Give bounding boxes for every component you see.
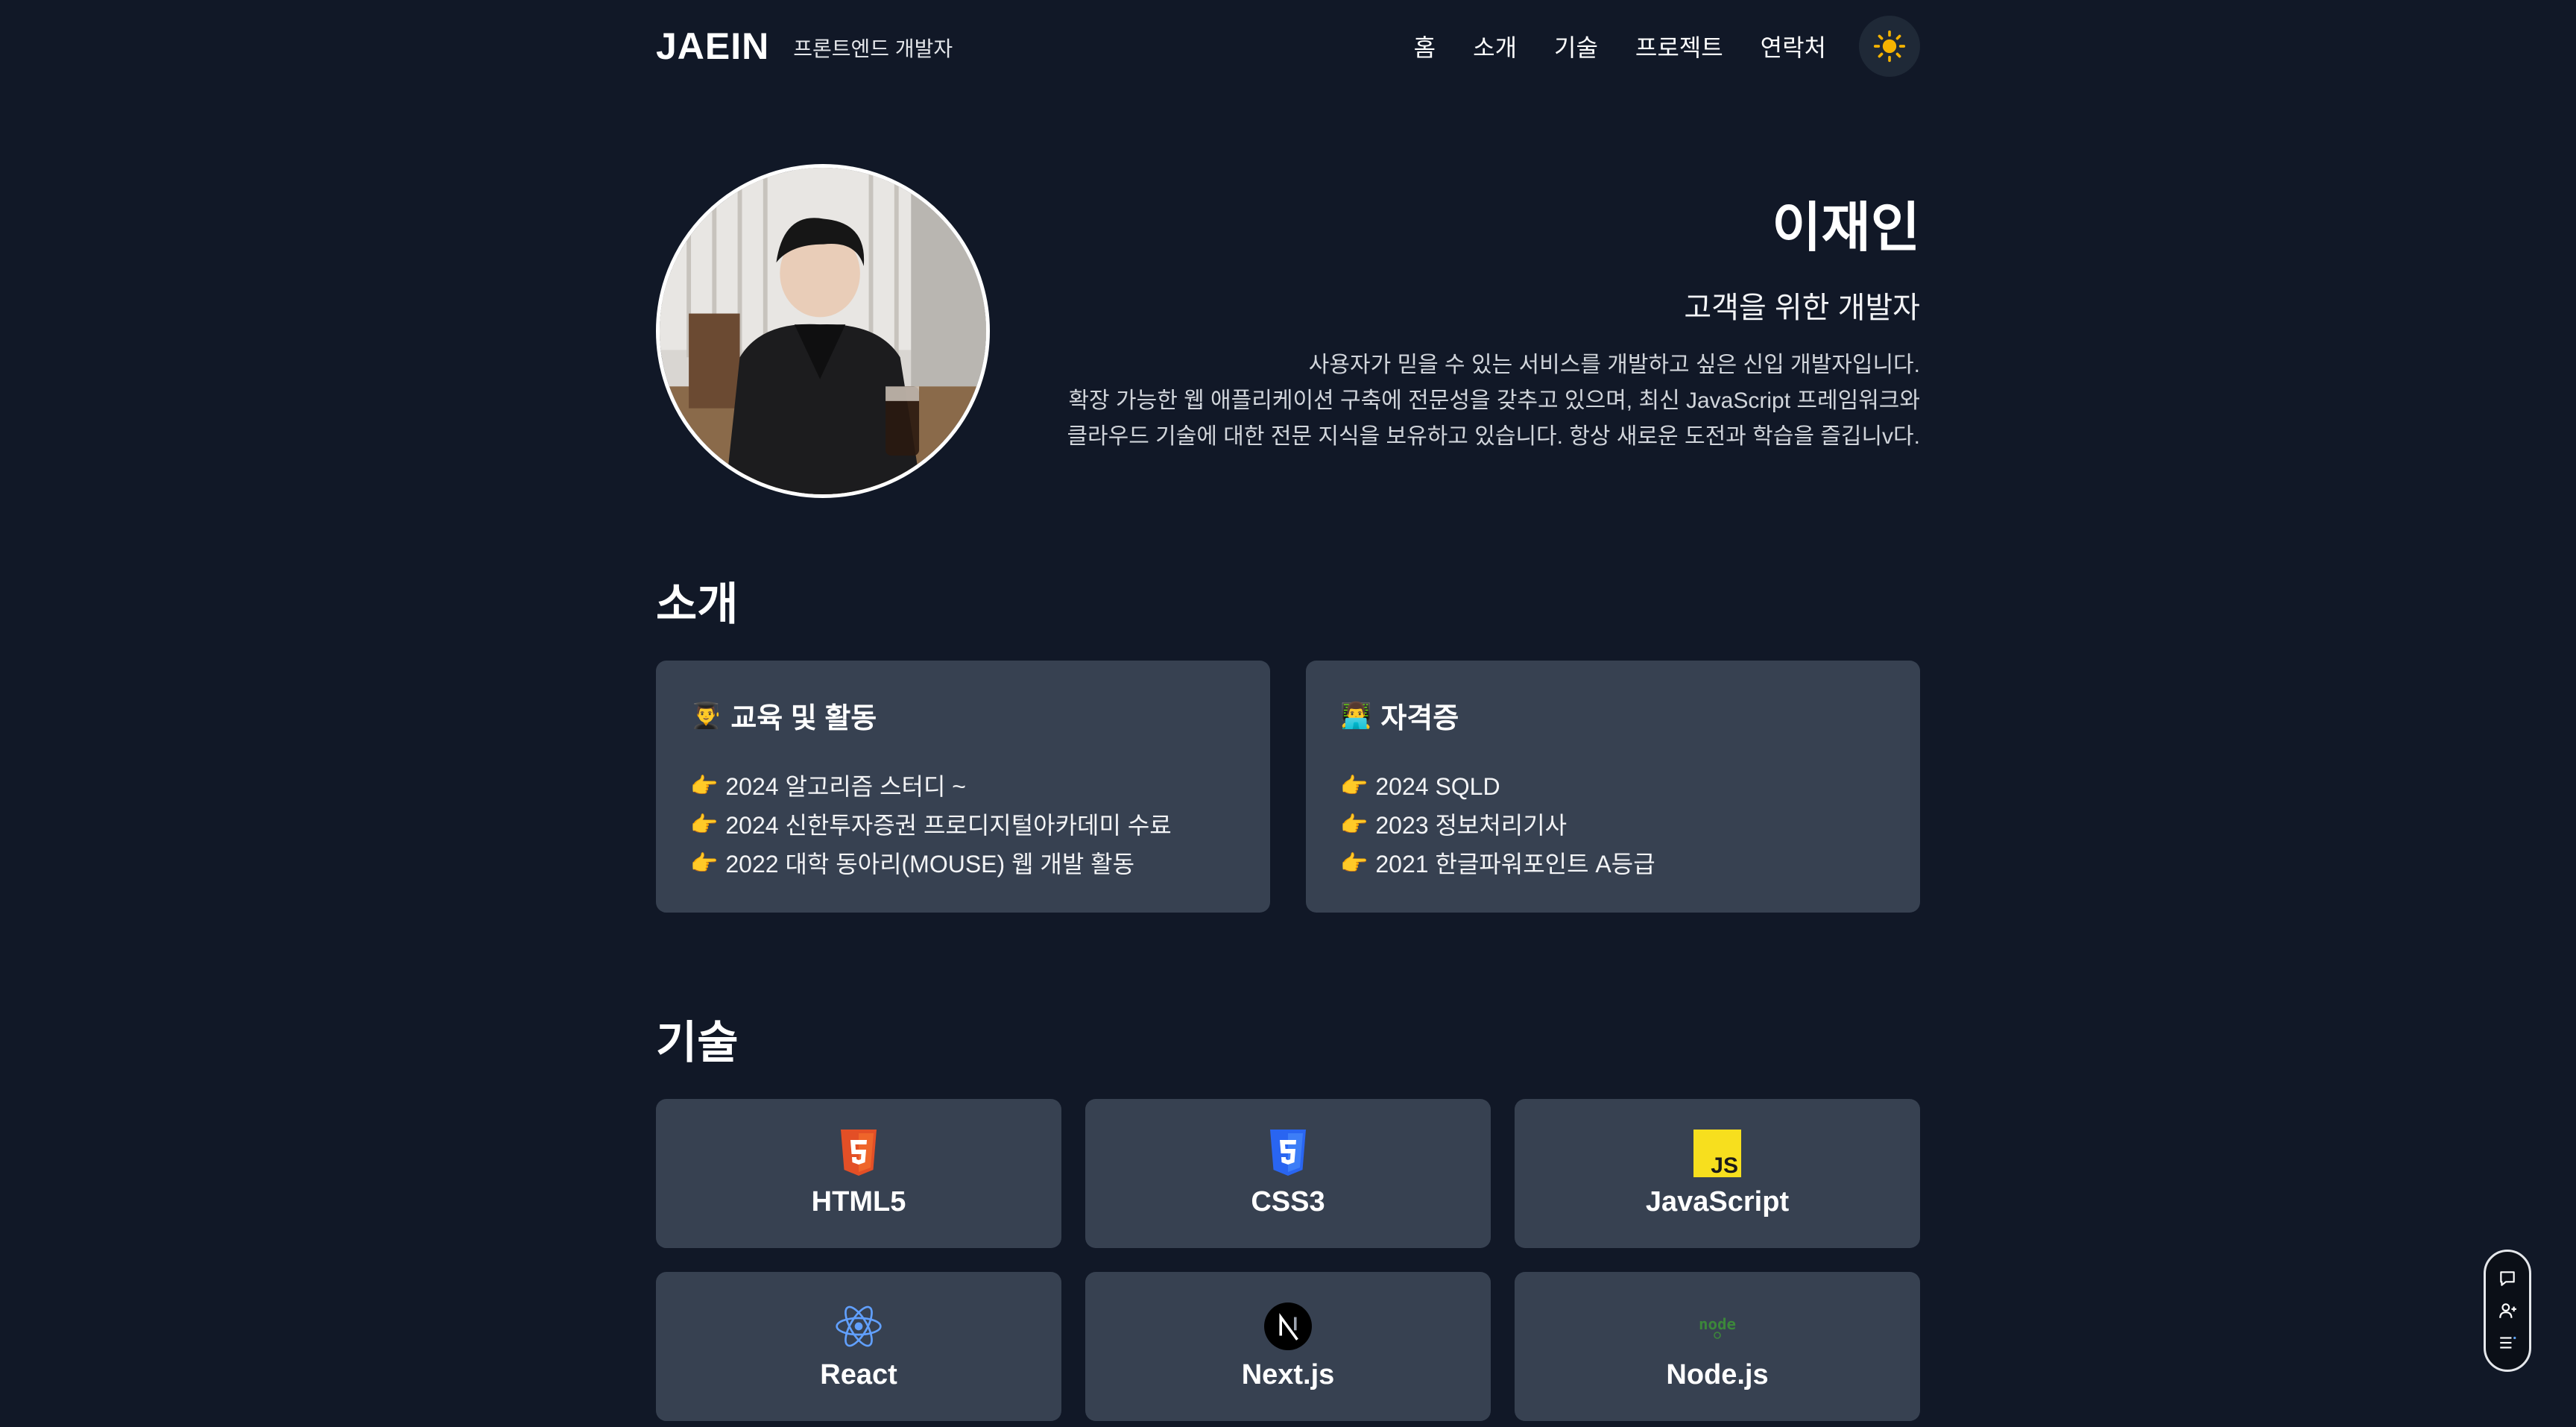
list-item-text: 2023 정보처리기사	[1375, 812, 1568, 839]
sun-icon	[1873, 30, 1906, 63]
skill-label: Next.js	[1241, 1358, 1335, 1390]
svg-text:JS: JS	[1711, 1153, 1738, 1177]
hero-intro: 이재인 고객을 위한 개발자 사용자가 믿을 수 있는 서비스를 개발하고 싶은…	[877, 201, 1920, 455]
pointing-hand-icon: 👉	[690, 851, 719, 876]
list-item-text: 2021 한글파워포인트 A등급	[1375, 851, 1655, 878]
nodejs-icon: node	[1693, 1302, 1741, 1350]
list-item: 👉 2021 한글파워포인트 A등급	[1340, 845, 1886, 883]
nextjs-icon	[1264, 1302, 1312, 1350]
skill-card-react: React	[656, 1272, 1061, 1421]
skill-card-nextjs: Next.js	[1085, 1272, 1491, 1421]
skill-label: Node.js	[1666, 1358, 1769, 1390]
list-item: 👉 2024 알고리즘 스터디 ~	[690, 767, 1236, 806]
hero-description-line: 확장 가능한 웹 애플리케이션 구축에 전문성을 갖추고 있으며, 최신 Jav…	[1068, 388, 1920, 413]
skill-card-javascript: JS JavaScript	[1515, 1099, 1920, 1248]
skill-label: CSS3	[1251, 1185, 1325, 1217]
nav-skills[interactable]: 기술	[1554, 29, 1598, 63]
skill-label: HTML5	[811, 1185, 906, 1217]
theme-toggle-button[interactable]	[1859, 16, 1920, 77]
pointing-hand-icon: 👉	[690, 774, 719, 798]
portfolio-page: JAEIN 프론트엔드 개발자 홈 소개 기술 프로젝트 연락처 이재인 고객을…	[0, 0, 2576, 1427]
nav-home[interactable]: 홈	[1414, 29, 1436, 63]
graduate-emoji-icon: 👨‍🎓	[690, 701, 722, 730]
certificates-card-heading: 자격증	[1380, 703, 1459, 734]
site-logo[interactable]: JAEIN	[656, 25, 769, 68]
education-card-title: 👨‍🎓 교육 및 활동	[690, 695, 1236, 736]
brand: JAEIN 프론트엔드 개발자	[656, 25, 953, 68]
menu-list-icon[interactable]	[2496, 1332, 2519, 1354]
css3-icon	[1264, 1129, 1312, 1177]
javascript-icon: JS	[1693, 1129, 1741, 1177]
technologist-emoji-icon: 👨‍💻	[1340, 701, 1372, 730]
skill-label: JavaScript	[1645, 1185, 1790, 1217]
list-item: 👉 2022 대학 동아리(MOUSE) 웹 개발 활동	[690, 845, 1236, 883]
certificates-card: 👨‍💻 자격증 👉 2024 SQLD 👉 2023 정보처리기사 👉 2021 한글…	[1306, 661, 1920, 913]
certificates-list: 👉 2024 SQLD 👉 2023 정보처리기사 👉 2021 한글파워포인트 A등…	[1340, 767, 1886, 883]
education-list: 👉 2024 알고리즘 스터디 ~ 👉 2024 신한투자증권 프로디지털아카데미 …	[690, 767, 1236, 883]
pointing-hand-icon: 👉	[1340, 774, 1368, 798]
hero-role: 고객을 위한 개발자	[1684, 292, 1920, 324]
skill-card-nodejs: node Node.js	[1515, 1272, 1920, 1421]
hero-description-line: 클라우드 기술에 대한 전문 지식을 보유하고 있습니다. 항상 새로운 도전과…	[1067, 424, 1920, 449]
education-card-heading: 교육 및 활동	[730, 703, 877, 734]
list-item-text: 2022 대학 동아리(MOUSE) 웹 개발 활동	[725, 851, 1135, 878]
pointing-hand-icon: 👉	[1340, 813, 1368, 837]
pointing-hand-icon: 👉	[1340, 851, 1368, 876]
skill-card-html5: HTML5	[656, 1099, 1061, 1248]
hero-name: 이재인	[1772, 198, 1920, 258]
main-nav: 홈 소개 기술 프로젝트 연락처	[1414, 16, 1920, 77]
list-item-text: 2024 알고리즘 스터디 ~	[725, 773, 966, 800]
html5-icon	[835, 1129, 883, 1177]
react-icon	[835, 1302, 883, 1350]
nav-about[interactable]: 소개	[1473, 29, 1517, 63]
site-header: JAEIN 프론트엔드 개발자 홈 소개 기술 프로젝트 연락처	[656, 15, 1920, 78]
chat-icon[interactable]	[2496, 1267, 2519, 1290]
nav-contact[interactable]: 연락처	[1761, 29, 1826, 63]
certificates-card-title: 👨‍💻 자격증	[1340, 695, 1886, 736]
site-tagline: 프론트엔드 개발자	[793, 37, 953, 60]
list-item: 👉 2024 SQLD	[1340, 767, 1886, 806]
about-section-title: 소개	[656, 579, 739, 629]
nav-projects[interactable]: 프로젝트	[1635, 29, 1723, 63]
list-item: 👉 2023 정보처리기사	[1340, 806, 1886, 845]
list-item-text: 2024 신한투자증권 프로디지털아카데미 수료	[725, 812, 1172, 839]
floating-action-bar	[2484, 1250, 2531, 1372]
hero-description: 사용자가 믿을 수 있는 서비스를 개발하고 싶은 신입 개발자입니다. 확장 …	[877, 347, 1920, 455]
pointing-hand-icon: 👉	[690, 813, 719, 837]
skill-label: React	[820, 1358, 897, 1390]
svg-text:node: node	[1699, 1315, 1736, 1333]
list-item-text: 2024 SQLD	[1375, 773, 1500, 800]
education-card: 👨‍🎓 교육 및 활동 👉 2024 알고리즘 스터디 ~ 👉 2024 신한투자증…	[656, 661, 1270, 913]
skills-section-title: 기술	[656, 1018, 739, 1068]
list-item: 👉 2024 신한투자증권 프로디지털아카데미 수료	[690, 806, 1236, 845]
skill-card-css3: CSS3	[1085, 1099, 1491, 1248]
add-user-icon[interactable]	[2496, 1300, 2519, 1322]
hero-description-line: 사용자가 믿을 수 있는 서비스를 개발하고 싶은 신입 개발자입니다.	[1308, 353, 1920, 377]
